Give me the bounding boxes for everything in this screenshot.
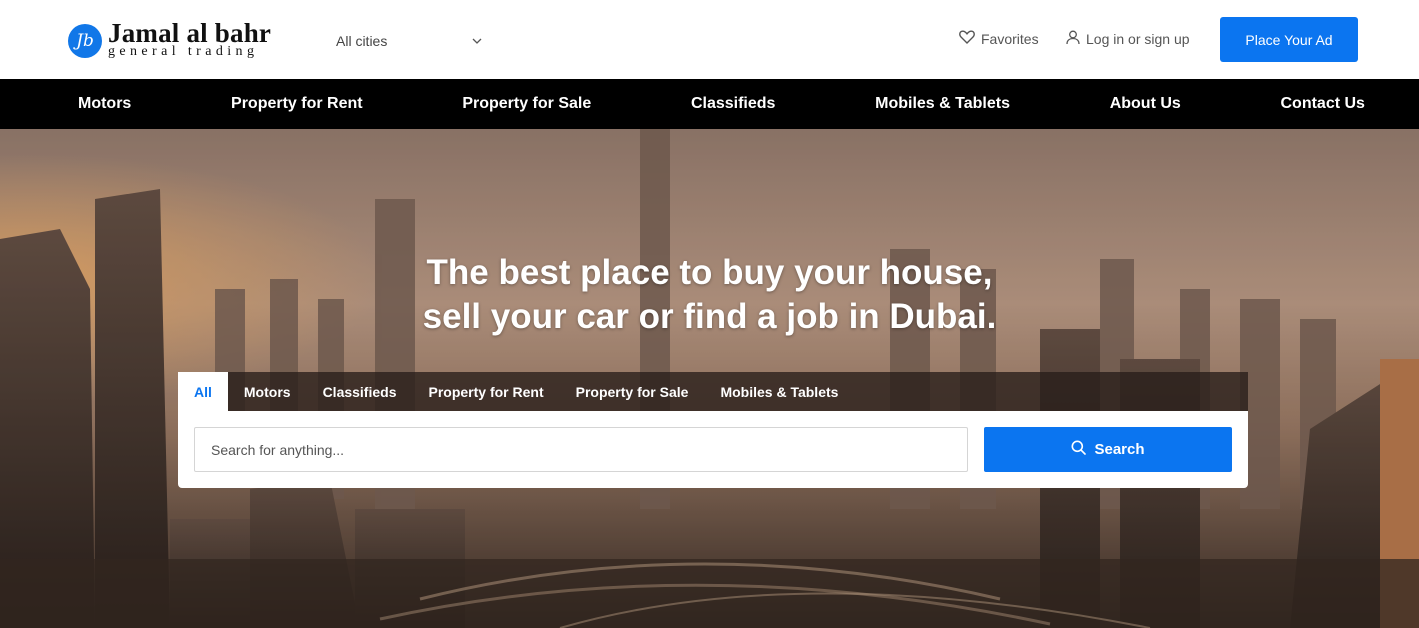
chevron-down-icon <box>472 36 482 47</box>
nav-item-mobiles-tablets[interactable]: Mobiles & Tablets <box>875 95 1010 113</box>
search-tab-property-for-rent[interactable]: Property for Rent <box>413 372 560 411</box>
search-tab-classifieds[interactable]: Classifieds <box>307 372 413 411</box>
search-tab-all[interactable]: All <box>178 372 228 411</box>
nav-item-about-us[interactable]: About Us <box>1110 95 1181 113</box>
search-tab-mobiles-tablets[interactable]: Mobiles & Tablets <box>704 372 854 411</box>
main-nav: Motors Property for Rent Property for Sa… <box>0 79 1419 129</box>
search-box: Search <box>178 411 1248 488</box>
search-panel: All Motors Classifieds Property for Rent… <box>178 372 1248 488</box>
nav-item-property-for-sale[interactable]: Property for Sale <box>462 95 591 113</box>
site-header: Jb Jamal al bahr general trading All cit… <box>0 0 1419 79</box>
user-icon <box>1066 30 1080 48</box>
search-button-label: Search <box>1094 441 1145 458</box>
logo-monogram-icon: Jb <box>68 24 102 58</box>
brand-logo[interactable]: Jb Jamal al bahr general trading <box>68 20 271 59</box>
nav-item-classifieds[interactable]: Classifieds <box>691 95 775 113</box>
hero-title-line-2: sell your car or find a job in Dubai. <box>422 297 997 336</box>
search-icon <box>1071 440 1087 459</box>
heart-icon <box>959 30 975 47</box>
place-ad-button[interactable]: Place Your Ad <box>1220 17 1358 62</box>
city-select[interactable]: All cities <box>336 31 482 51</box>
login-link[interactable]: Log in or sign up <box>1066 30 1190 48</box>
nav-item-motors[interactable]: Motors <box>78 95 131 113</box>
favorites-label: Favorites <box>981 30 1039 47</box>
brand-name: Jamal al bahr <box>108 18 272 48</box>
nav-item-contact-us[interactable]: Contact Us <box>1281 95 1365 113</box>
login-label: Log in or sign up <box>1086 31 1190 47</box>
search-button[interactable]: Search <box>984 427 1232 472</box>
favorites-link[interactable]: Favorites <box>959 30 1039 47</box>
logo-text: Jamal al bahr general trading <box>108 20 271 59</box>
city-select-value: All cities <box>336 33 388 49</box>
search-tab-motors[interactable]: Motors <box>228 372 307 411</box>
hero-title: The best place to buy your house, sell y… <box>0 251 1419 339</box>
hero-title-line-1: The best place to buy your house, <box>426 253 993 292</box>
search-tab-property-for-sale[interactable]: Property for Sale <box>560 372 705 411</box>
search-input[interactable] <box>194 427 968 472</box>
nav-item-property-for-rent[interactable]: Property for Rent <box>231 95 363 113</box>
brand-subtitle: general trading <box>108 44 259 59</box>
search-tabs: All Motors Classifieds Property for Rent… <box>178 372 1248 411</box>
hero-section: The best place to buy your house, sell y… <box>0 129 1419 628</box>
